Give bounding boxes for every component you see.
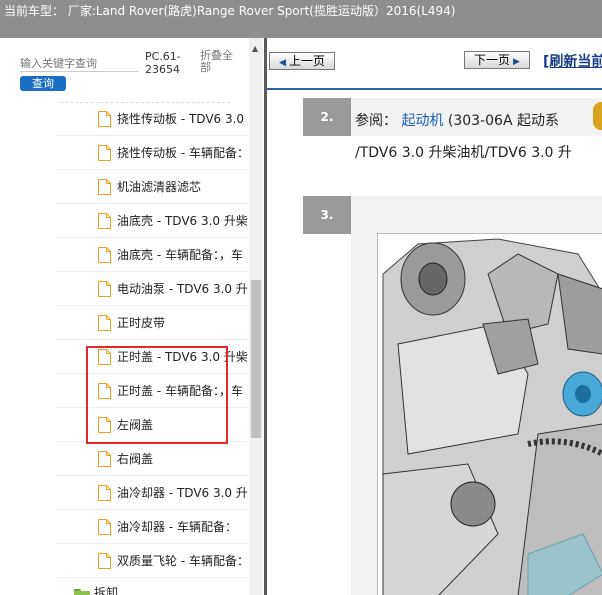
step-text: 参阅： 起动机 (303-06A 起动系 (355, 113, 559, 129)
scroll-thumb[interactable] (251, 280, 261, 438)
tree-item[interactable]: 油冷却器 - TDV6 3.0 升 (56, 476, 248, 510)
collapse-all-link[interactable]: 折叠全部 (200, 50, 240, 74)
document-icon (98, 110, 111, 127)
highlight-box (86, 346, 228, 444)
prev-page-button[interactable]: ◀ 上一页 (269, 52, 335, 70)
tree-item[interactable]: 挠性传动板 - TDV6 3.0 (56, 102, 248, 136)
tree-item-label: 机油滤清器滤芯 (117, 180, 202, 194)
tree-item[interactable]: 正时皮带 (56, 306, 248, 340)
tree-item-label: 正时皮带 (117, 316, 166, 330)
engine-drawing (378, 234, 602, 595)
step-number: 2. (303, 98, 351, 136)
tree-item-label: 油冷却器 - 车辆配备： (117, 520, 237, 534)
search-block: 查询 (20, 52, 140, 91)
document-icon (98, 314, 111, 331)
step-number: 3. (303, 196, 351, 234)
tree-item-label: 挠性传动板 - TDV6 3.0 (117, 112, 245, 126)
tree-item[interactable]: 油底壳 - TDV6 3.0 升柴 (56, 204, 248, 238)
query-button[interactable]: 查询 (20, 76, 66, 91)
tree-folder-disassembly[interactable]: 拆卸 (74, 584, 118, 595)
document-icon (98, 178, 111, 195)
next-page-button[interactable]: 下一页 ▶ (464, 51, 530, 69)
tree-item-label: 双质量飞轮 - 车辆配备： (117, 554, 248, 568)
document-icon (98, 450, 111, 467)
scroll-up-arrow-icon[interactable]: ▲ (252, 44, 258, 53)
document-icon (98, 484, 111, 501)
note-icon (593, 102, 602, 130)
document-icon (98, 552, 111, 569)
tree-item[interactable]: 双质量飞轮 - 车辆配备： (56, 544, 248, 578)
document-icon (98, 212, 111, 229)
content-toolbar: ◀ 上一页 下一页 ▶ [刷新当前 (267, 38, 602, 90)
tree-item-label: 电动油泵 - TDV6 3.0 升 (117, 282, 248, 296)
document-icon (98, 280, 111, 297)
tree-item[interactable]: 油底壳 - 车辆配备：，车 (56, 238, 248, 272)
document-icon (98, 144, 111, 161)
tree-item-label: 油底壳 - TDV6 3.0 升柴 (117, 214, 248, 228)
arrow-right-icon: ▶ (513, 57, 520, 67)
document-icon (98, 246, 111, 263)
tree-item-label: 挠性传动板 - 车辆配备： (117, 146, 248, 160)
refresh-current-link[interactable]: [刷新当前 (543, 51, 602, 71)
tree-item-label: 右阀盖 (117, 452, 154, 466)
tree-item-label: 油底壳 - 车辆配备：，车 (117, 248, 243, 262)
arrow-left-icon: ◀ (279, 58, 286, 68)
tree-item[interactable]: 右阀盖 (56, 442, 248, 476)
title-bar: 当前车型： 厂家:Land Rover(路虎)Range Rover Sport… (0, 0, 602, 38)
step-text-line2: /TDV6 3.0 升柴油机/TDV6 3.0 升 (355, 145, 572, 161)
search-input[interactable] (20, 56, 138, 72)
folder-icon (74, 588, 90, 595)
tree-item[interactable]: 油冷却器 - 车辆配备： (56, 510, 248, 544)
tree-item[interactable]: 机油滤清器滤芯 (56, 170, 248, 204)
doc-code: PC.61-23654 (145, 50, 181, 76)
document-icon (98, 518, 111, 535)
folder-label: 拆卸 (94, 586, 119, 595)
tree-item[interactable]: 挠性传动板 - 车辆配备： (56, 136, 248, 170)
tree-item[interactable]: 电动油泵 - TDV6 3.0 升 (56, 272, 248, 306)
tree-item-label: 油冷却器 - TDV6 3.0 升 (117, 486, 248, 500)
engine-illustration (377, 233, 602, 595)
content-pane: ◀ 上一页 下一页 ▶ [刷新当前 2. 参阅： 起动机 (303-06A 起动系 … (267, 38, 602, 595)
sidebar: 查询 PC.61-23654 折叠全部 挠性传动板 - TDV6 3.0 挠性传动… (0, 38, 264, 595)
starter-link[interactable]: 起动机 (401, 113, 443, 129)
